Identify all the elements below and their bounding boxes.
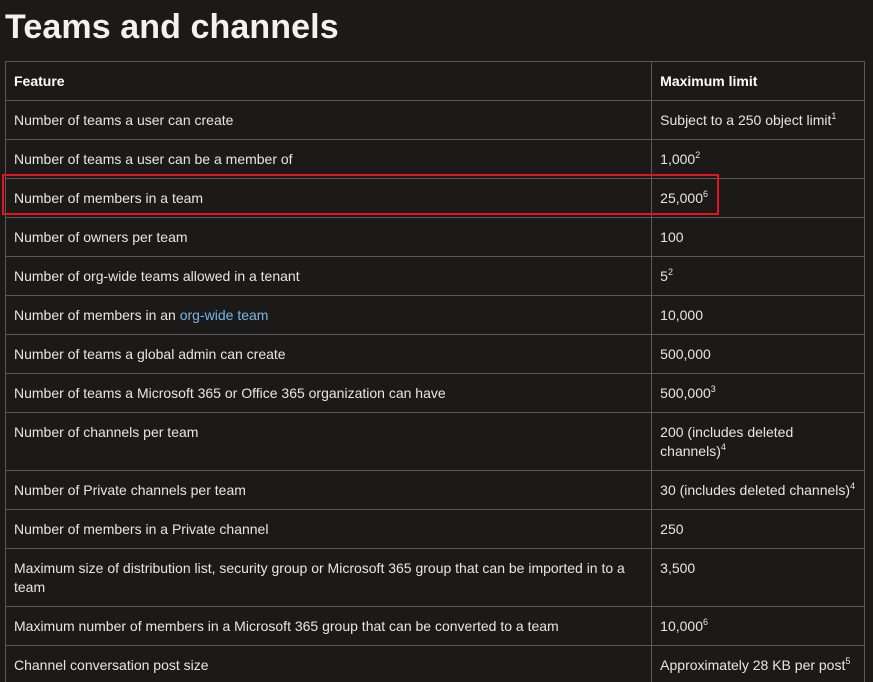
header-maximum-limit: Maximum limit xyxy=(651,61,865,101)
limit-cell: 25,0006 xyxy=(651,178,865,218)
table-row: Channel conversation post size Approxima… xyxy=(4,645,865,682)
limit-value: 25,000 xyxy=(660,190,703,206)
page: Teams and channels Feature Maximum limit… xyxy=(0,0,873,682)
limit-cell: 250 xyxy=(651,509,865,549)
table-row: Number of members in a Private channel 2… xyxy=(4,509,865,549)
limit-value: 5 xyxy=(660,268,668,284)
limit-value: 3,500 xyxy=(660,560,696,576)
feature-cell: Channel conversation post size xyxy=(4,645,653,682)
footnote-ref[interactable]: 1 xyxy=(831,111,836,121)
limit-cell: 100 xyxy=(651,217,865,257)
limit-cell: 10,000 xyxy=(651,295,865,335)
limit-cell: 200 (includes deleted channels)4 xyxy=(651,412,865,471)
feature-cell: Number of teams a user can be a member o… xyxy=(4,139,653,179)
feature-text: Number of members in an xyxy=(14,307,180,323)
limit-value: 100 xyxy=(660,229,684,245)
limit-cell: Approximately 28 KB per post5 xyxy=(651,645,865,682)
feature-cell: Number of org-wide teams allowed in a te… xyxy=(4,256,653,296)
feature-cell: Number of members in a Private channel xyxy=(4,509,653,549)
table-row: Number of Private channels per team 30 (… xyxy=(4,470,865,510)
org-wide-team-link[interactable]: org-wide team xyxy=(180,307,269,323)
footnote-ref[interactable]: 4 xyxy=(850,481,855,491)
footnote-ref[interactable]: 2 xyxy=(695,150,700,160)
limit-value: 200 (includes deleted channels) xyxy=(660,424,794,459)
table-row: Number of org-wide teams allowed in a te… xyxy=(4,256,865,296)
limit-cell: 500,000 xyxy=(651,334,865,374)
page-title: Teams and channels xyxy=(5,8,339,46)
feature-cell: Number of teams a Microsoft 365 or Offic… xyxy=(4,373,653,413)
footnote-ref[interactable]: 2 xyxy=(668,267,673,277)
table-row: Number of owners per team 100 xyxy=(4,217,865,257)
limit-cell: Subject to a 250 object limit1 xyxy=(651,100,865,140)
limit-value: Approximately 28 KB per post xyxy=(660,657,846,673)
limit-cell: 30 (includes deleted channels)4 xyxy=(651,470,865,510)
limit-cell: 1,0002 xyxy=(651,139,865,179)
table-row: Number of teams a user can be a member o… xyxy=(4,139,865,179)
limit-value: Subject to a 250 object limit xyxy=(660,112,832,128)
table-header-row: Feature Maximum limit xyxy=(4,61,865,101)
table-row-highlighted: Number of members in a team 25,0006 xyxy=(4,178,865,218)
limit-value: 10,000 xyxy=(660,307,703,323)
feature-cell: Number of members in a team xyxy=(4,178,653,218)
feature-cell: Number of owners per team xyxy=(4,217,653,257)
table-row: Number of members in an org-wide team 10… xyxy=(4,295,865,335)
header-feature: Feature xyxy=(4,61,653,101)
feature-cell: Number of channels per team xyxy=(4,412,653,471)
footnote-ref[interactable]: 3 xyxy=(711,384,716,394)
limit-cell: 500,0003 xyxy=(651,373,865,413)
limit-value: 10,000 xyxy=(660,618,703,634)
feature-cell: Number of Private channels per team xyxy=(4,470,653,510)
feature-cell: Maximum number of members in a Microsoft… xyxy=(4,606,653,646)
feature-cell: Number of teams a user can create xyxy=(4,100,653,140)
footnote-ref[interactable]: 4 xyxy=(721,442,726,452)
table-row: Number of channels per team 200 (include… xyxy=(4,412,865,471)
table-row: Number of teams a Microsoft 365 or Offic… xyxy=(4,373,865,413)
table-row: Number of teams a user can create Subjec… xyxy=(4,100,865,140)
limit-value: 500,000 xyxy=(660,346,711,362)
limit-value: 500,000 xyxy=(660,385,711,401)
feature-cell: Maximum size of distribution list, secur… xyxy=(4,548,653,607)
limit-value: 1,000 xyxy=(660,151,696,167)
footnote-ref[interactable]: 5 xyxy=(845,656,850,666)
table-row: Number of teams a global admin can creat… xyxy=(4,334,865,374)
limits-table: Feature Maximum limit Number of teams a … xyxy=(4,61,865,682)
table-row: Maximum size of distribution list, secur… xyxy=(4,548,865,607)
limit-value: 250 xyxy=(660,521,684,537)
feature-cell: Number of members in an org-wide team xyxy=(4,295,653,335)
limit-value: 30 (includes deleted channels) xyxy=(660,482,851,498)
limit-cell: 52 xyxy=(651,256,865,296)
table-row: Maximum number of members in a Microsoft… xyxy=(4,606,865,646)
limit-cell: 3,500 xyxy=(651,548,865,607)
footnote-ref[interactable]: 6 xyxy=(703,617,708,627)
limit-cell: 10,0006 xyxy=(651,606,865,646)
footnote-ref[interactable]: 6 xyxy=(703,189,708,199)
feature-cell: Number of teams a global admin can creat… xyxy=(4,334,653,374)
